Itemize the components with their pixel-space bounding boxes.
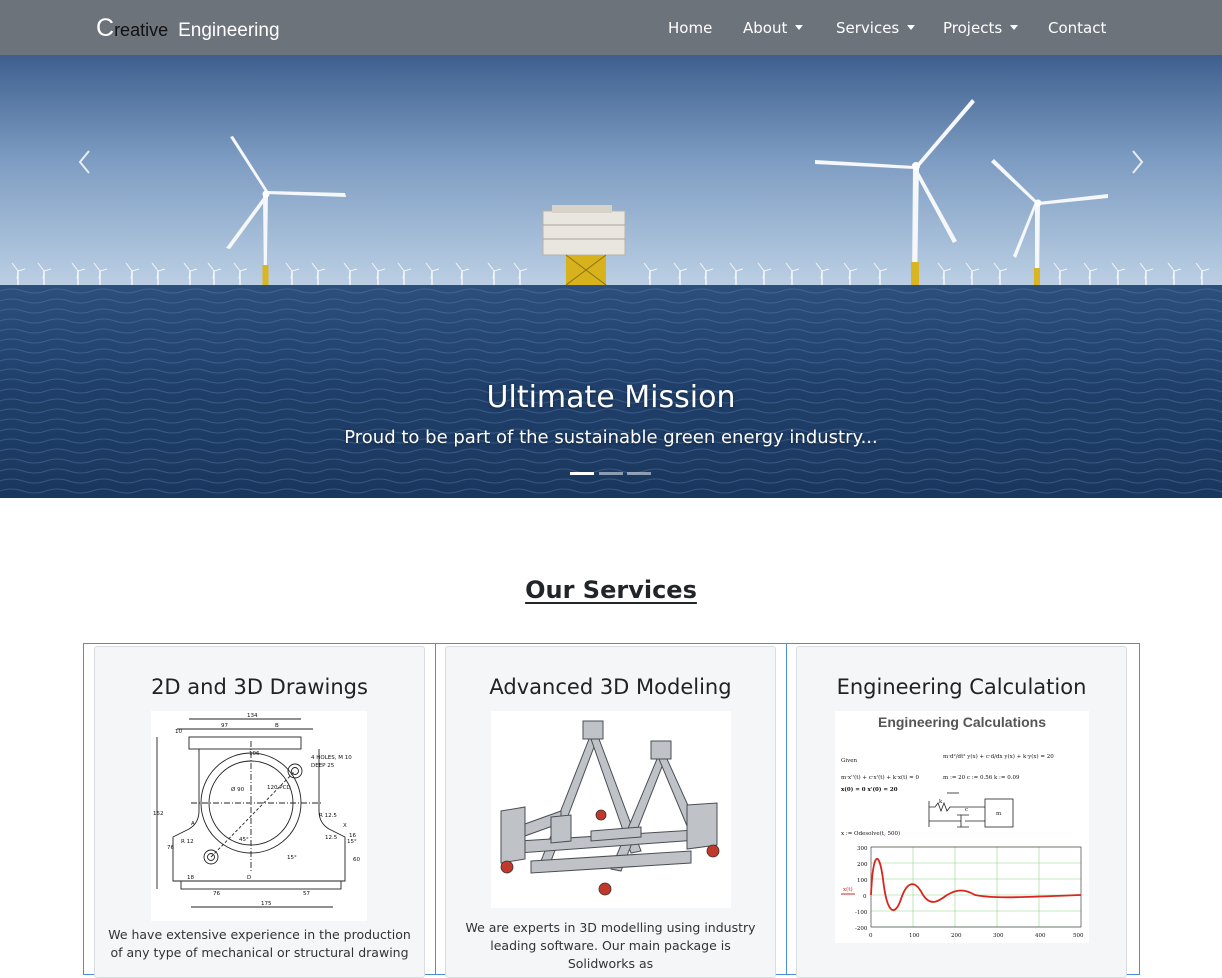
3d-model-image [491, 711, 731, 908]
nav-item-projects[interactable]: Projects [943, 19, 1019, 37]
calc-ode: x := Odesolve(t, 500) [841, 830, 900, 837]
calc-symbol: c [965, 807, 968, 813]
top-navbar: Creative Engineering Home About Services … [0, 0, 1222, 55]
service-title: Advanced 3D Modeling [489, 675, 732, 699]
dropdown-caret-icon [1010, 25, 1019, 30]
calc-tick: 200 [951, 933, 962, 939]
nav-menu: Home About Services Projects Contact [0, 19, 1222, 39]
carousel-indicator-2[interactable] [599, 472, 623, 475]
dim-label: A [191, 821, 195, 827]
service-card-calculation[interactable]: Engineering Calculation Engineering Calc… [796, 646, 1127, 978]
calc-params: m := 20 c := 0.56 k := 0.09 [943, 775, 1020, 781]
dim-label: 76 [167, 845, 174, 851]
carousel-next-icon[interactable] [1127, 147, 1147, 177]
calc-tick: 100 [909, 933, 920, 939]
service-title: Engineering Calculation [836, 675, 1087, 699]
dropdown-caret-icon [795, 25, 804, 30]
hero-carousel: Ultimate Mission Proud to be part of the… [0, 55, 1222, 498]
calc-tick: 0 [863, 894, 867, 900]
nav-label: Home [668, 19, 713, 37]
dim-label: 106 [249, 751, 260, 757]
dim-label: 134 [247, 713, 258, 719]
carousel-indicator-1[interactable] [570, 472, 594, 475]
dim-label: X [343, 823, 347, 829]
calc-initial-conditions: x(0) = 0 x'(0) = 20 [841, 786, 898, 793]
service-card-3d-modeling[interactable]: Advanced 3D Modeling We are experts in 3… [445, 646, 776, 978]
hero-title: Ultimate Mission [486, 380, 736, 415]
dim-label: 12.5 [325, 835, 338, 841]
carousel-indicator-3[interactable] [627, 472, 651, 475]
dim-label: D [247, 875, 251, 881]
nav-item-services[interactable]: Services [836, 19, 916, 37]
dim-label: R 12 [181, 839, 194, 845]
dim-label: R 12.5 [319, 813, 337, 819]
calc-equation: m·x''(t) + c·x'(t) + k·x(t) = 0 [841, 774, 920, 781]
calc-tick: 400 [1035, 933, 1046, 939]
service-description: We are experts in 3D modelling using ind… [465, 920, 756, 971]
calc-tick: 200 [857, 862, 868, 868]
technical-drawing-image: 134 97 B 106 4 HOLES, M 10 DEEP 25 120 P… [151, 711, 367, 921]
service-card-drawings[interactable]: 2D and 3D Drawings 134 97 B 106 4 HOLES,… [94, 646, 425, 978]
column-divider [786, 644, 787, 974]
nav-label: Services [836, 19, 900, 37]
calc-image-heading: Engineering Calculations [878, 714, 1046, 730]
nav-label: Contact [1048, 19, 1107, 37]
dim-label: 120 PCD [267, 785, 291, 791]
dim-label: 60 [353, 857, 360, 863]
dim-label: 15° [347, 839, 357, 845]
nav-label: About [743, 19, 788, 37]
dim-label: 4 HOLES, M 10 [311, 755, 352, 761]
service-title: 2D and 3D Drawings [151, 675, 368, 699]
calc-tick: 300 [857, 846, 868, 852]
nav-item-contact[interactable]: Contact [1048, 19, 1106, 37]
carousel-prev-icon[interactable] [75, 147, 95, 177]
dim-label: 10 [175, 729, 182, 735]
column-divider [435, 644, 436, 974]
calc-tick: -100 [855, 910, 868, 916]
calc-symbol: m [996, 811, 1002, 817]
calc-given: Given [841, 758, 858, 764]
calc-tick: 300 [993, 933, 1004, 939]
services-heading: Our Services [525, 576, 697, 604]
dim-label: 18 [187, 875, 194, 881]
dim-label: 97 [221, 723, 228, 729]
calculation-image: Engineering Calculations Given m·d²/dt² … [835, 711, 1089, 943]
calc-tick: 100 [857, 878, 868, 884]
nav-item-home[interactable]: Home [668, 19, 712, 37]
hero-subtitle: Proud to be part of the sustainable gree… [344, 427, 878, 448]
dim-label: 57 [303, 891, 310, 897]
dim-label: 15° [287, 855, 297, 861]
calc-axis-label: x(t) [843, 886, 853, 893]
services-grid: 2D and 3D Drawings 134 97 B 106 4 HOLES,… [83, 643, 1140, 978]
calc-equation: m·d²/dt² y(x) + c·d/dx y(x) + k·y(x) = 2… [943, 753, 1054, 760]
dim-label: 152 [153, 811, 164, 817]
dim-label: B [275, 723, 279, 729]
calc-tick: -200 [855, 926, 868, 932]
service-description: We have extensive experience in the prod… [108, 927, 411, 960]
nav-label: Projects [943, 19, 1003, 37]
calc-symbol: k [939, 799, 943, 805]
nav-item-about[interactable]: About [743, 19, 804, 37]
dim-label: Ø 90 [231, 786, 245, 793]
calc-tick: 500 [1073, 933, 1084, 939]
dim-label: 45° [239, 837, 249, 843]
dropdown-caret-icon [907, 25, 916, 30]
dim-label: DEEP 25 [311, 763, 335, 769]
dim-label: 76 [213, 891, 220, 897]
dim-label: 175 [261, 901, 272, 907]
calc-tick: 0 [869, 933, 873, 939]
